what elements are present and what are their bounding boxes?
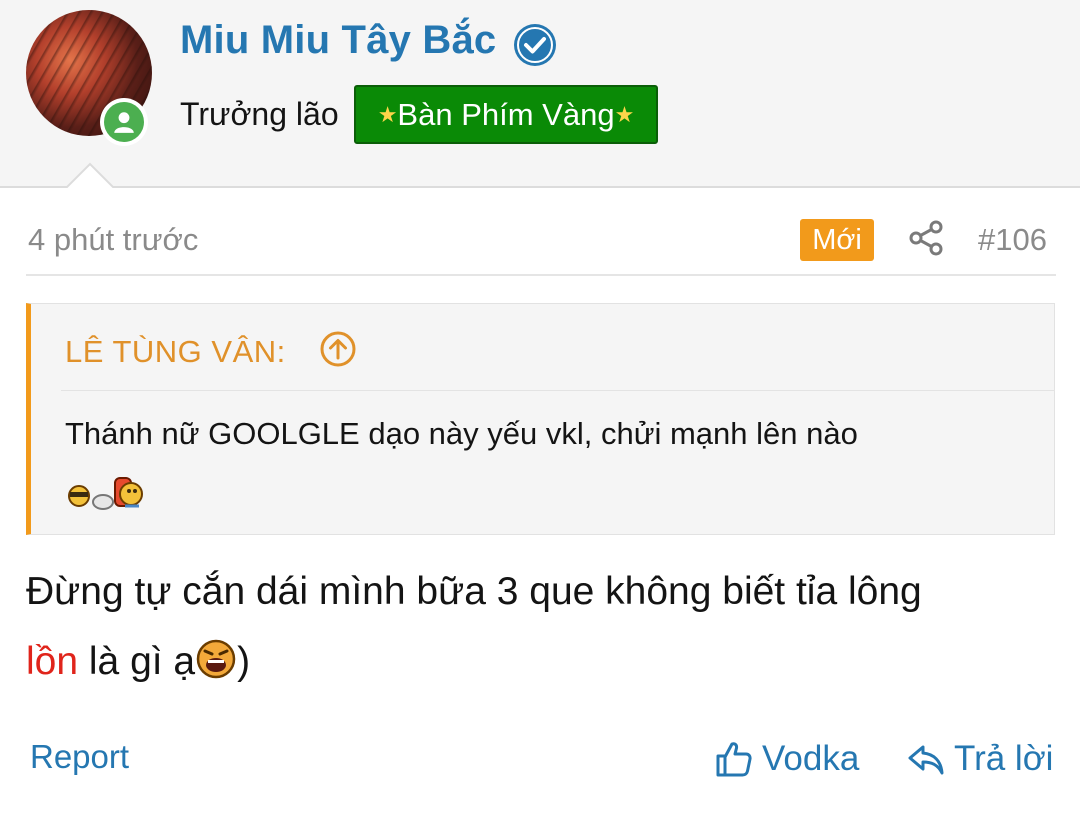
quote-separator — [61, 390, 1055, 391]
thumbs-up-icon — [716, 742, 752, 777]
laughing-emoji-icon — [196, 639, 236, 679]
user-banner-label: Bàn Phím Vàng — [397, 96, 615, 132]
share-icon[interactable] — [906, 218, 946, 258]
username[interactable]: Miu Miu Tây Bắc — [180, 18, 496, 63]
post-body-line: lồn là gì ạ ) — [26, 638, 250, 684]
post-number[interactable]: #106 — [978, 222, 1047, 258]
post-body-line: Đừng tự cắn dái mình bữa 3 que không biế… — [26, 570, 922, 613]
post-time[interactable]: 4 phút trước — [28, 222, 198, 258]
reply-icon — [908, 745, 944, 775]
user-title: Trưởng lão — [180, 96, 339, 132]
post-body-text: ) — [237, 640, 251, 683]
post-header: Miu Miu Tây Bắc Trưởng lão ★ Bàn Phím Vàn… — [0, 0, 1080, 188]
star-icon: ★ — [377, 101, 398, 127]
quote-text: Thánh nữ GOOLGLE dạo này yếu vkl, chửi m… — [65, 416, 858, 451]
divider — [26, 274, 1056, 276]
verified-icon — [514, 24, 556, 66]
user-banner: ★ Bàn Phím Vàng ★ — [354, 85, 658, 144]
post-body-text: là gì ạ — [78, 640, 196, 683]
star-icon: ★ — [614, 101, 635, 127]
report-link[interactable]: Report — [30, 738, 129, 776]
censored-word: lồn — [26, 640, 79, 683]
like-button[interactable]: Vodka — [714, 736, 859, 782]
header-arrow — [66, 162, 114, 188]
online-status-icon — [100, 98, 148, 146]
arrow-up-circle-icon[interactable] — [319, 330, 357, 368]
reply-label: Trả lời — [954, 739, 1054, 778]
new-badge: Mới — [800, 219, 874, 261]
kicking-emoji-icon — [68, 477, 143, 510]
like-label: Vodka — [762, 739, 860, 778]
quote-block: LÊ TÙNG VÂN: Thánh nữ GOOLGLE dạo này yế… — [26, 303, 1055, 535]
quote-author[interactable]: LÊ TÙNG VÂN: — [65, 334, 286, 370]
reply-button[interactable]: Trả lời — [906, 736, 1053, 782]
